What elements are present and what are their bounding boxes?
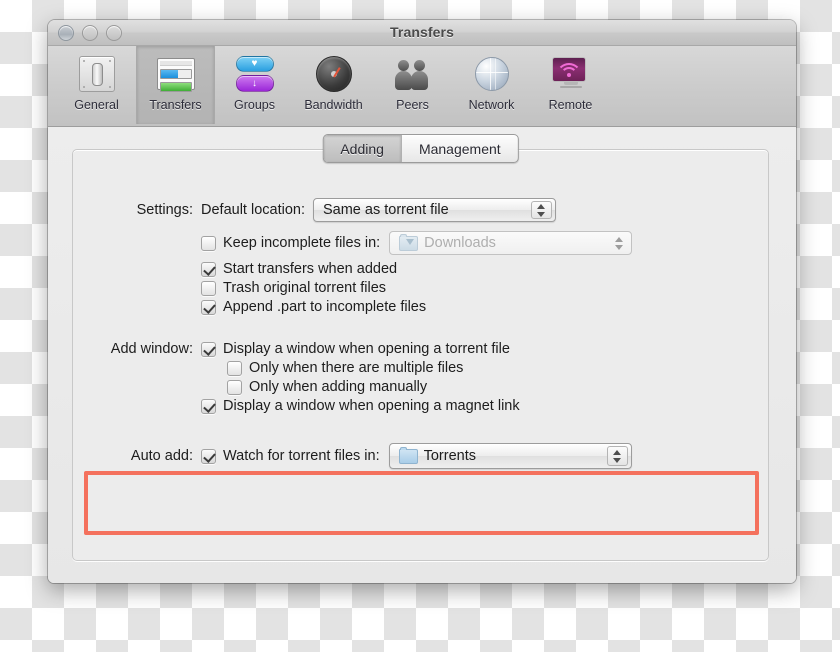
network-icon xyxy=(474,51,509,96)
toolbar-item-transfers[interactable]: Transfers xyxy=(136,46,215,124)
only-adding-manually-row: Only when adding manually xyxy=(73,379,768,395)
default-location-label: Default location: xyxy=(201,202,305,218)
auto-add-folder-popup[interactable]: Torrents xyxy=(388,443,632,469)
toolbar-item-general[interactable]: General xyxy=(57,46,136,124)
bandwidth-icon xyxy=(315,51,352,96)
toolbar-label-network: Network xyxy=(468,98,515,112)
start-transfers-row: Start transfers when added xyxy=(73,261,768,277)
toolbar-item-groups[interactable]: ♥ ↓ Groups xyxy=(215,46,294,124)
append-part-row: Append .part to incomplete files xyxy=(73,299,768,315)
default-location-popup[interactable]: Same as torrent file xyxy=(312,198,556,222)
keep-incomplete-popup[interactable]: Downloads xyxy=(389,231,633,255)
adding-panel: Adding Management Settings: Default loca… xyxy=(72,134,769,561)
tab-adding[interactable]: Adding xyxy=(323,135,402,162)
default-location-value: Same as torrent file xyxy=(322,202,449,218)
window-title-bar: Transfers xyxy=(48,20,796,46)
keep-incomplete-checkbox[interactable] xyxy=(201,235,216,251)
toolbar-label-transfers: Transfers xyxy=(149,98,202,112)
toolbar-item-bandwidth[interactable]: Bandwidth xyxy=(294,46,373,124)
only-multiple-files-checkbox[interactable] xyxy=(227,360,242,376)
toolbar-item-peers[interactable]: Peers xyxy=(373,46,452,124)
auto-add-row: Auto add: Watch for torrent files in: To… xyxy=(73,443,768,469)
stepper-arrows-icon xyxy=(606,446,628,466)
only-multiple-files-row: Only when there are multiple files xyxy=(73,360,768,376)
keep-incomplete-popup-value: Downloads xyxy=(424,235,496,251)
groups-icon: ♥ ↓ xyxy=(235,51,274,96)
tab-management[interactable]: Management xyxy=(402,135,518,162)
window-title: Transfers xyxy=(390,24,454,40)
toolbar-item-remote[interactable]: Remote xyxy=(531,46,610,124)
default-location-row: Settings: Default location: Same as torr… xyxy=(73,198,768,222)
peers-icon xyxy=(394,51,432,96)
only-adding-manually-label: Only when adding manually xyxy=(249,379,428,395)
display-window-magnet-label: Display a window when opening a magnet l… xyxy=(223,398,520,414)
trash-original-checkbox[interactable] xyxy=(201,280,216,296)
stepper-arrows-icon xyxy=(609,234,628,252)
add-window-group-label: Add window: xyxy=(110,341,193,357)
auto-add-label: Watch for torrent files in: xyxy=(223,448,380,464)
toolbar-label-bandwidth: Bandwidth xyxy=(304,98,363,112)
preferences-body: Adding Management Settings: Default loca… xyxy=(48,127,796,583)
toolbar-label-groups: Groups xyxy=(234,98,275,112)
folder-icon xyxy=(398,446,418,464)
remote-icon xyxy=(551,51,590,96)
display-window-torrent-checkbox[interactable] xyxy=(201,341,216,357)
append-part-label: Append .part to incomplete files xyxy=(223,299,427,315)
auto-add-checkbox[interactable] xyxy=(201,448,216,464)
toolbar-label-peers: Peers xyxy=(396,98,429,112)
downloads-folder-icon xyxy=(399,233,419,251)
adding-form: Settings: Default location: Same as torr… xyxy=(73,198,768,469)
toolbar-label-remote: Remote xyxy=(548,98,593,112)
append-part-checkbox[interactable] xyxy=(201,299,216,315)
only-adding-manually-checkbox[interactable] xyxy=(227,379,242,395)
auto-add-highlight-box xyxy=(84,471,759,535)
start-transfers-checkbox[interactable] xyxy=(201,261,216,277)
add-window-torrent-row: Add window: Display a window when openin… xyxy=(73,341,768,357)
toolbar-item-network[interactable]: Network xyxy=(452,46,531,124)
auto-add-group-label: Auto add: xyxy=(130,448,193,464)
tab-bar: Adding Management xyxy=(322,134,519,163)
auto-add-popup-value: Torrents xyxy=(423,448,476,464)
stepper-arrows-icon xyxy=(530,201,552,219)
display-window-magnet-row: Display a window when opening a magnet l… xyxy=(73,398,768,414)
only-multiple-files-label: Only when there are multiple files xyxy=(249,360,464,376)
tab-management-label: Management xyxy=(418,140,501,157)
preferences-toolbar: General Transfers ♥ ↓ Groups Bandwidth P… xyxy=(48,46,796,127)
preferences-window: Transfers General Transfers ♥ ↓ Groups B… xyxy=(48,20,796,583)
tab-adding-label: Adding xyxy=(340,140,384,157)
general-icon xyxy=(78,51,115,96)
start-transfers-label: Start transfers when added xyxy=(223,261,398,277)
keep-incomplete-row: Keep incomplete files in: Downloads xyxy=(73,231,768,255)
trash-original-label: Trash original torrent files xyxy=(223,280,387,296)
trash-original-row: Trash original torrent files xyxy=(73,280,768,296)
transfers-icon xyxy=(156,51,195,96)
settings-group-label: Settings: xyxy=(136,202,193,218)
toolbar-label-general: General xyxy=(74,98,119,112)
keep-incomplete-label: Keep incomplete files in: xyxy=(223,235,381,251)
display-window-torrent-label: Display a window when opening a torrent … xyxy=(223,341,510,357)
display-window-magnet-checkbox[interactable] xyxy=(201,398,216,414)
